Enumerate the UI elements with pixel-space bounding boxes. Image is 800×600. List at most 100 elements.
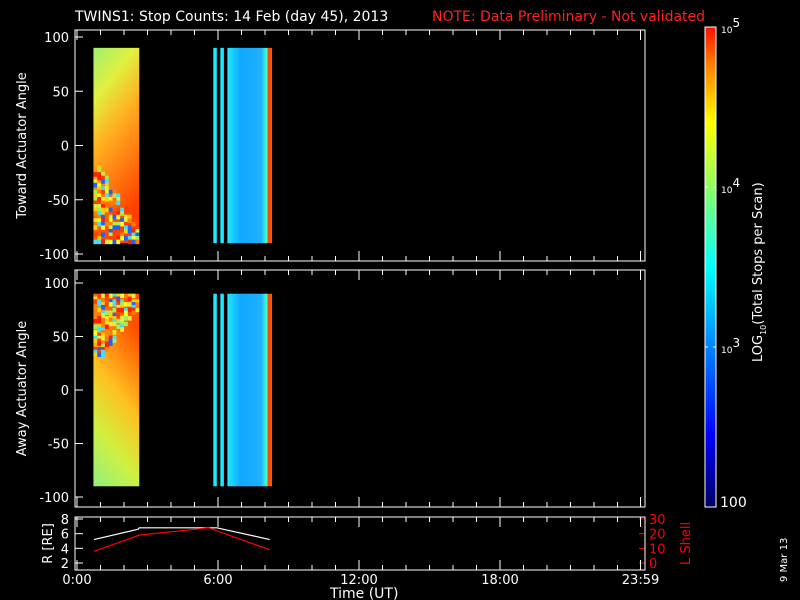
heatmap-cell — [127, 302, 132, 307]
heatmap-block — [220, 47, 224, 244]
heatmap-cell — [120, 236, 124, 241]
series-l-shell — [93, 527, 270, 552]
y-tick-label: 2 — [61, 557, 69, 572]
heatmap-cell — [93, 211, 98, 216]
heatmap-cell — [112, 225, 117, 230]
heatmap-cell — [104, 310, 109, 316]
heatmap-cell — [93, 352, 98, 358]
colorbar-gradient — [704, 26, 717, 508]
y-axis-label: Away Actuator Angle — [15, 321, 30, 456]
x-tick-label: 23:59 — [622, 573, 659, 588]
heatmap-cell — [127, 316, 132, 321]
heatmap-cell — [124, 207, 128, 213]
heatmap-cell — [135, 307, 140, 313]
heatmap-cell — [97, 293, 102, 299]
heatmap-cell — [104, 302, 109, 307]
heatmap-cell — [108, 189, 113, 195]
heatmap-cell — [104, 239, 109, 245]
heatmap-block — [213, 47, 217, 244]
y-tick-label: 0 — [61, 384, 69, 399]
heatmap-cell — [124, 321, 128, 327]
y2-tick-label: 10 — [649, 542, 666, 557]
heatmap-cell — [116, 307, 121, 313]
heatmap-cell — [108, 341, 113, 346]
panel-frame — [74, 29, 646, 262]
y-tick-label: -100 — [39, 248, 69, 263]
heatmap-cell — [101, 225, 105, 230]
title-main: TWINS1: Stop Counts: 14 Feb (day 45), 20… — [74, 9, 388, 25]
heatmap-cell — [97, 352, 102, 358]
x-axis-label: Time (UT) — [329, 586, 398, 600]
heatmap-cell — [131, 239, 136, 245]
heatmap-cell — [108, 239, 113, 245]
heatmap-cell — [131, 221, 136, 227]
heatmap-cell — [116, 200, 121, 206]
heatmap-cell — [108, 321, 113, 327]
y2-tick-label: 30 — [649, 513, 666, 528]
heatmap-cell — [108, 293, 113, 299]
heatmap-cell — [116, 313, 121, 318]
heatmap-cell — [131, 310, 136, 316]
heatmap-cell — [108, 313, 113, 318]
heatmap-cell — [97, 302, 102, 307]
y-tick-label: 6 — [61, 528, 69, 543]
heatmap-cell — [93, 338, 98, 344]
heatmap-cell — [97, 221, 102, 227]
heatmap-cell — [116, 332, 121, 338]
heatmap-cell — [116, 214, 121, 220]
heatmap-cell — [112, 214, 117, 220]
heatmap-cell — [135, 239, 140, 245]
heatmap-cell — [104, 296, 109, 302]
y-tick-label: 50 — [52, 331, 69, 346]
heatmap-cell — [93, 239, 98, 245]
heatmap-cell — [97, 175, 102, 181]
y2-tick-label: 0 — [649, 557, 657, 572]
stop-counts-chart: TWINS1: Stop Counts: 14 Feb (day 45), 20… — [15, 9, 790, 600]
panel-toward: 100 50 0 -50 -100 Toward Actuator Angle — [15, 29, 646, 263]
heatmap-cell — [116, 239, 121, 245]
heatmap-cell — [108, 302, 113, 307]
y2-tick-label: 20 — [649, 528, 666, 543]
heatmap-cell — [101, 232, 105, 238]
colorbar: 105 104 103 100 LOG10(Total Stops per Scan… — [704, 16, 768, 511]
y-axis-label: Toward Actuator Angle — [15, 72, 30, 219]
heatmap-cell — [104, 196, 109, 202]
colorbar-tick-label: 104 — [721, 176, 740, 196]
title-note: NOTE: Data Preliminary - Not validated — [432, 9, 705, 25]
heatmap-cell — [135, 302, 140, 307]
heatmap-cell — [93, 304, 98, 310]
heatmap-cell — [127, 296, 132, 302]
heatmap-cell — [108, 207, 113, 213]
heatmap-cell — [127, 307, 132, 313]
colorbar-tick-label: 103 — [721, 336, 740, 356]
heatmap-cell — [124, 302, 128, 307]
x-tick-label: 6:00 — [203, 573, 232, 588]
heatmap-cell — [101, 335, 105, 341]
heatmap-cell — [116, 225, 121, 230]
heatmap-cell — [112, 307, 117, 313]
heatmap-cell — [112, 193, 117, 198]
y2-axis-label: L Shell — [679, 522, 694, 565]
heatmap-cell — [112, 200, 117, 206]
heatmap-cell — [101, 293, 105, 299]
heatmap-cell — [101, 313, 105, 318]
panel-frame — [74, 269, 646, 508]
heatmap-cell — [124, 293, 128, 299]
heatmap-cell — [120, 211, 124, 216]
heatmap-cell — [97, 318, 102, 324]
heatmap-cell — [93, 225, 98, 230]
y-tick-label: -50 — [48, 438, 69, 453]
heatmap-cell — [104, 324, 109, 330]
heatmap-cell — [93, 172, 98, 177]
heatmap-cell — [127, 218, 132, 223]
heatmap-block — [213, 293, 217, 487]
heatmap-cell — [120, 307, 124, 313]
heatmap-cell — [93, 318, 98, 324]
colorbar-label: LOG10(Total Stops per Scan) — [751, 182, 768, 362]
panel-orbit: 3020100 L Shell 8642 R [RE] — [41, 513, 694, 572]
y-axis-label: R [RE] — [41, 523, 56, 564]
heatmap-cell — [127, 228, 132, 234]
heatmap-cell — [116, 318, 121, 324]
heatmap-cell — [97, 341, 102, 346]
heatmap-cell — [112, 321, 117, 327]
